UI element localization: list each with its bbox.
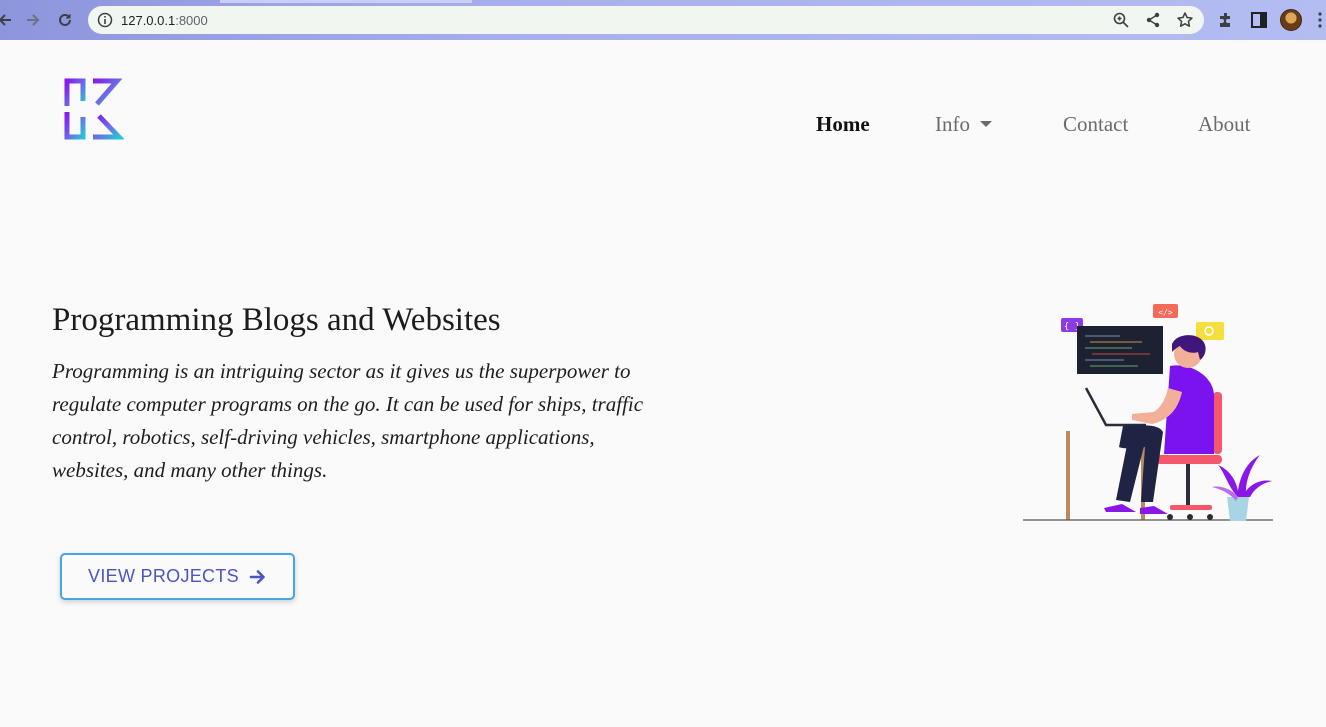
- arrow-right-icon: [249, 569, 265, 584]
- menu-icon[interactable]: [1318, 12, 1322, 28]
- side-panel-icon[interactable]: [1249, 10, 1269, 30]
- extensions-icon[interactable]: [1216, 10, 1236, 30]
- share-icon[interactable]: [1144, 11, 1162, 29]
- hero-description: Programming is an intriguing sector as i…: [52, 359, 644, 482]
- reload-icon[interactable]: [54, 9, 76, 31]
- profile-avatar[interactable]: [1280, 9, 1302, 31]
- active-tab-indicator: [220, 0, 472, 3]
- back-icon[interactable]: [0, 9, 16, 31]
- monitor: [1077, 326, 1163, 374]
- browser-toolbar: 127.0.0.1:8000: [0, 0, 1326, 40]
- code-bubble-text: </>: [1158, 308, 1173, 317]
- nav-info-dropdown[interactable]: Info: [935, 112, 992, 137]
- view-projects-label: VIEW PROJECTS: [88, 566, 239, 586]
- view-projects-button[interactable]: VIEW PROJECTS: [60, 553, 295, 600]
- url-text[interactable]: 127.0.0.1:8000: [121, 13, 208, 28]
- search-bubble: [1196, 322, 1224, 340]
- nav-contact[interactable]: Contact: [1063, 112, 1128, 137]
- nav-about[interactable]: About: [1198, 112, 1251, 137]
- zoom-icon[interactable]: [1112, 11, 1130, 29]
- main-nav: Home Info Contact About: [0, 112, 1326, 142]
- programmer-illustration: { } </>: [1023, 304, 1273, 521]
- nav-home[interactable]: Home: [816, 112, 870, 137]
- chevron-down-icon: [980, 121, 992, 128]
- address-bar[interactable]: 127.0.0.1:8000: [88, 6, 1204, 34]
- hero-title: Programming Blogs and Websites: [52, 302, 501, 338]
- star-icon[interactable]: [1176, 11, 1194, 29]
- forward-icon[interactable]: [22, 9, 44, 31]
- info-icon[interactable]: [97, 12, 113, 28]
